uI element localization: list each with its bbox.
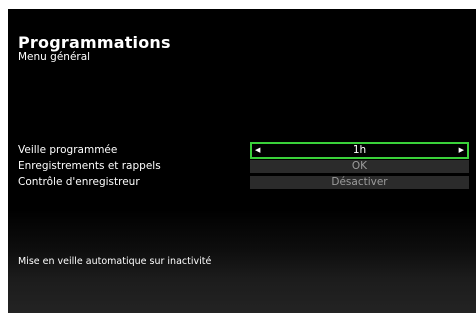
menu-item-label: Contrôle d'enregistreur xyxy=(18,176,140,188)
page-subtitle: Menu général xyxy=(18,51,91,63)
arrow-right-icon[interactable]: ▶ xyxy=(459,144,464,157)
help-text: Mise en veille automatique sur inactivit… xyxy=(18,256,212,267)
arrow-left-icon[interactable]: ◀ xyxy=(255,144,260,157)
top-crop xyxy=(0,0,476,9)
menu-item-sleep-timer[interactable]: Veille programmée ◀ 1h ▶ xyxy=(8,142,476,159)
tv-menu-screen: Programmations Menu général Veille progr… xyxy=(8,9,476,313)
recorder-control-value[interactable]: Désactiver xyxy=(250,176,469,189)
sleep-timer-value: 1h xyxy=(352,144,367,156)
recordings-ok-button[interactable]: OK xyxy=(250,160,469,173)
page-title: Programmations xyxy=(18,33,171,52)
menu-item-recordings-reminders[interactable]: Enregistrements et rappels OK xyxy=(8,159,476,175)
menu-item-label: Enregistrements et rappels xyxy=(18,160,161,172)
menu-item-recorder-control[interactable]: Contrôle d'enregistreur Désactiver xyxy=(8,175,476,191)
sleep-timer-selector[interactable]: ◀ 1h ▶ xyxy=(250,142,469,159)
menu-item-label: Veille programmée xyxy=(18,144,118,156)
